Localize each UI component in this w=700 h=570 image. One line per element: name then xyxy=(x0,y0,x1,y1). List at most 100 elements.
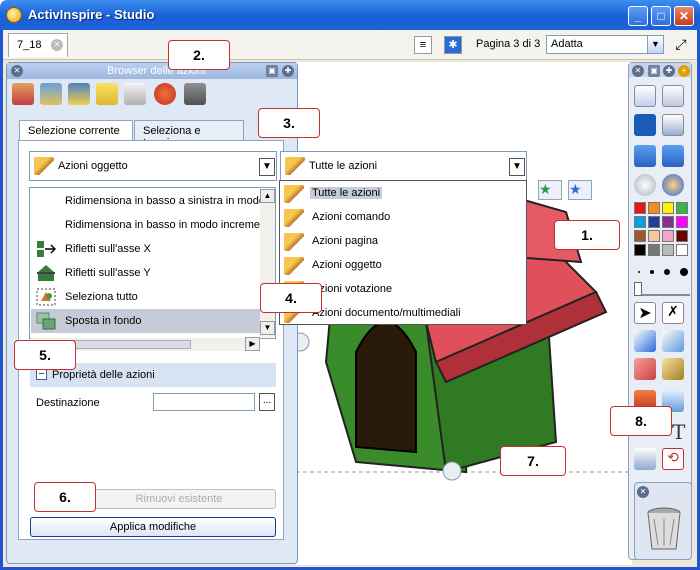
panel-menu-icon[interactable]: ✚ xyxy=(282,65,294,77)
eraser-icon[interactable] xyxy=(634,358,656,380)
color-swatch[interactable] xyxy=(676,244,688,256)
color-palette[interactable] xyxy=(632,202,692,262)
profile-icon[interactable] xyxy=(634,114,656,136)
toolbox-pin-icon[interactable]: ▣ xyxy=(648,65,660,77)
text-tool-icon[interactable]: T xyxy=(672,420,685,444)
page-browser-icon[interactable] xyxy=(12,83,34,105)
callout-3: 3. xyxy=(258,108,320,138)
highlighter-icon[interactable] xyxy=(662,330,684,352)
filter-combo-value: Tutte le azioni xyxy=(309,160,378,172)
star-shape-icon[interactable]: ★ xyxy=(568,180,592,200)
filter-combo[interactable]: Tutte le azioni ▼ xyxy=(280,151,527,181)
list-item[interactable]: Rifletti sull'asse Y xyxy=(31,261,261,285)
snowflake-icon[interactable]: ✱ xyxy=(444,36,462,54)
color-swatch[interactable] xyxy=(648,216,660,228)
dropdown-item[interactable]: Azioni oggetto xyxy=(280,254,526,278)
send-to-back-icon xyxy=(36,312,56,330)
tab-selezione-corrente[interactable]: Selezione corrente xyxy=(19,120,133,141)
object-browser-icon[interactable] xyxy=(68,83,90,105)
resource-browser-icon[interactable] xyxy=(40,83,62,105)
list-item[interactable]: Ridimensiona in basso a sinistra in modo… xyxy=(31,189,270,213)
color-swatch[interactable] xyxy=(676,230,688,242)
actions-list[interactable]: Ridimensiona in basso a sinistra in modo… xyxy=(29,187,276,339)
scroll-thumb[interactable] xyxy=(71,340,191,349)
close-tab-icon[interactable]: ✕ xyxy=(51,39,63,51)
color-swatch[interactable] xyxy=(648,202,660,214)
list-scrollbar-vertical[interactable]: ▲ ▼ xyxy=(260,189,275,337)
fill-icon[interactable] xyxy=(662,358,684,380)
notes-browser-icon[interactable] xyxy=(96,83,118,105)
list-item[interactable]: Ridimensiona in basso in modo incrementa xyxy=(31,213,275,237)
property-browser-icon[interactable] xyxy=(124,83,146,105)
color-swatch[interactable] xyxy=(648,244,660,256)
chevron-down-icon[interactable]: ▼ xyxy=(259,158,275,176)
color-swatch[interactable] xyxy=(634,202,646,214)
tools-icon[interactable] xyxy=(662,114,684,136)
page-list-icon[interactable]: ≡ xyxy=(414,36,432,54)
play-icon[interactable] xyxy=(634,174,656,196)
color-swatch[interactable] xyxy=(634,230,646,242)
action-label: Ridimensiona in basso a sinistra in modo… xyxy=(65,195,271,207)
toolbox-expand-icon[interactable]: + xyxy=(678,65,690,77)
panel-pin-icon[interactable]: ▣ xyxy=(266,65,278,77)
browse-button[interactable]: ... xyxy=(259,393,275,411)
chevron-down-icon[interactable]: ▼ xyxy=(509,158,525,176)
maximize-button[interactable]: □ xyxy=(651,6,671,26)
list-item-selected[interactable]: Sposta in fondo xyxy=(31,309,261,333)
color-swatch[interactable] xyxy=(648,230,660,242)
color-swatch[interactable] xyxy=(634,216,646,228)
dropdown-item[interactable]: Tutte le azioni xyxy=(280,182,526,206)
pen-icon[interactable] xyxy=(634,330,656,352)
trash-bin-icon[interactable] xyxy=(644,505,684,553)
destination-input[interactable] xyxy=(153,393,255,411)
toolbox-close-icon[interactable]: ✕ xyxy=(632,65,644,77)
fullscreen-icon[interactable]: ⤢ xyxy=(672,36,690,54)
close-button[interactable]: ✕ xyxy=(674,6,694,26)
category-combo[interactable]: Azioni oggetto ▼ xyxy=(29,151,277,181)
tab-label: Selezione corrente xyxy=(28,125,120,137)
callout-4: 4. xyxy=(260,283,322,313)
pen-width-slider[interactable] xyxy=(634,282,690,296)
list-item[interactable]: Rifletti sull'asse X xyxy=(31,237,261,261)
previous-page-icon[interactable] xyxy=(634,145,656,167)
next-page-icon[interactable] xyxy=(662,145,684,167)
tools-cross-icon[interactable]: ✗ xyxy=(662,302,684,324)
color-swatch[interactable] xyxy=(662,216,674,228)
color-swatch[interactable] xyxy=(662,202,674,214)
callout-6: 6. xyxy=(34,482,96,512)
category-combo-value: Azioni oggetto xyxy=(58,160,128,172)
browser-toggle-icon[interactable] xyxy=(662,85,684,107)
globe-icon[interactable] xyxy=(662,174,684,196)
voting-browser-icon[interactable] xyxy=(184,83,206,105)
pencil-icon xyxy=(284,233,304,251)
color-swatch[interactable] xyxy=(662,230,674,242)
star-shape-icon[interactable]: ★ xyxy=(538,180,562,200)
pen-width-dots[interactable] xyxy=(636,268,690,276)
color-swatch[interactable] xyxy=(676,202,688,214)
color-swatch[interactable] xyxy=(676,216,688,228)
document-tab[interactable]: 7_18 ✕ xyxy=(8,33,68,57)
select-arrow-icon[interactable]: ➤ xyxy=(634,302,656,324)
color-swatch[interactable] xyxy=(662,244,674,256)
panel-close-icon[interactable]: ✕ xyxy=(11,65,23,77)
chevron-down-icon[interactable]: ▼ xyxy=(647,36,663,53)
toolbox-menu-icon[interactable]: ✚ xyxy=(663,65,675,77)
scroll-up-icon[interactable]: ▲ xyxy=(260,189,275,203)
revealer-icon[interactable] xyxy=(634,448,656,470)
scroll-down-icon[interactable]: ▼ xyxy=(260,321,275,335)
main-menu-icon[interactable] xyxy=(634,85,656,107)
apply-changes-button[interactable]: Applica modifiche xyxy=(30,517,276,537)
remove-existing-button[interactable]: Rimuovi esistente xyxy=(82,489,276,509)
trash-close-icon[interactable]: ✕ xyxy=(637,486,649,498)
collapse-icon[interactable]: – xyxy=(36,369,47,380)
minimize-button[interactable]: _ xyxy=(628,6,648,26)
zoom-select[interactable]: Adatta ▼ xyxy=(546,35,664,54)
action-browser-icon[interactable] xyxy=(154,83,176,105)
reset-page-icon[interactable]: ⟲ xyxy=(662,448,684,470)
scroll-right-icon[interactable]: ▶ xyxy=(245,337,260,351)
color-swatch[interactable] xyxy=(634,244,646,256)
list-item[interactable]: Seleziona tutto xyxy=(31,285,261,309)
dropdown-item[interactable]: Azioni comando xyxy=(280,206,526,230)
dropdown-item[interactable]: Azioni pagina xyxy=(280,230,526,254)
tab-seleziona-e-trascina[interactable]: Seleziona e trascina xyxy=(134,120,244,149)
